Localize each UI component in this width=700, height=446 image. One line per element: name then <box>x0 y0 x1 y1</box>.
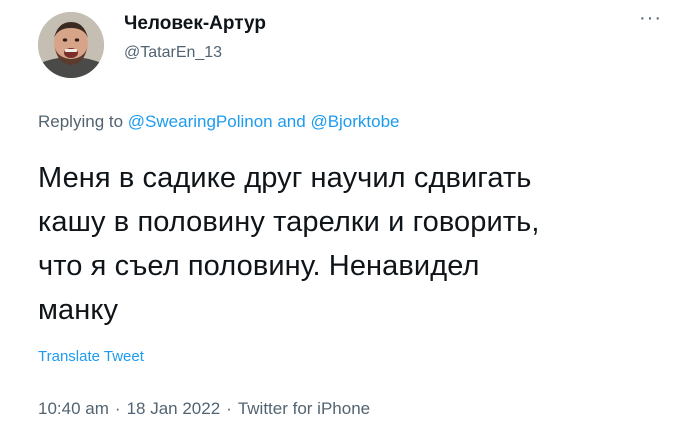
more-horizontal-icon[interactable]: ··· <box>639 8 662 28</box>
translate-tweet-link[interactable]: Translate Tweet <box>38 348 144 366</box>
tweet-card: Человек-Артур @TatarEn_13 ··· Replying t… <box>0 0 700 446</box>
tweet-text-line: что я съел половину. Ненавидел <box>38 250 480 282</box>
tweet-text-line: манку <box>38 294 119 326</box>
separator: · <box>226 399 232 418</box>
mention-link-1[interactable]: @SwearingPolinon <box>128 112 273 131</box>
author-handle[interactable]: @TatarEn_13 <box>124 43 266 63</box>
separator: · <box>114 399 121 418</box>
tweet-metadata: 10:40 am · 18 Jan 2022 · Twitter for iPhone <box>38 398 370 420</box>
avatar[interactable] <box>38 12 104 78</box>
mention-link-2[interactable]: @Bjorktobe <box>310 112 399 131</box>
tweet-text-line: Меня в садике друг научил сдвигать <box>38 162 532 194</box>
author-block: Человек-Артур @TatarEn_13 <box>124 13 266 63</box>
mention-conjunction: and <box>272 112 311 131</box>
tweet-time[interactable]: 10:40 am <box>38 399 109 418</box>
tweet-source[interactable]: Twitter for iPhone <box>238 399 370 418</box>
tweet-text-line: кашу в половину тарелки и говорить, <box>38 206 540 238</box>
replying-to-prefix: Replying to <box>38 112 128 131</box>
replying-to: Replying to @SwearingPolinon and @Bjorkt… <box>38 112 400 132</box>
tweet-date[interactable]: 18 Jan 2022 <box>127 399 221 418</box>
author-display-name[interactable]: Человек-Артур <box>124 13 266 35</box>
tweet-text: Меня в садике друг научил сдвигать кашу … <box>38 156 678 332</box>
